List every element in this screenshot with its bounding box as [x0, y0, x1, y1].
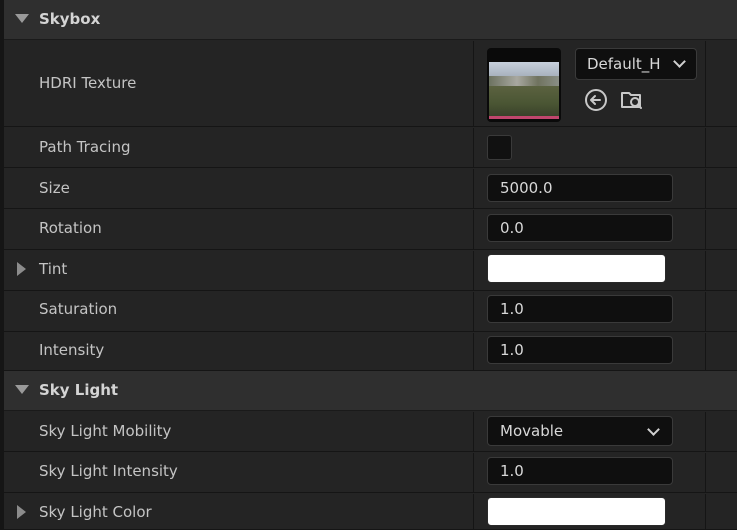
column-divider: [705, 128, 706, 167]
column-divider: [473, 210, 474, 249]
property-label: Path Tracing: [39, 138, 131, 156]
use-selected-arrow-icon[interactable]: [584, 88, 608, 112]
chevron-down-icon: [647, 423, 660, 436]
property-label: HDRI Texture: [39, 74, 137, 92]
section-title: Sky Light: [39, 381, 119, 399]
column-divider[interactable]: [473, 41, 474, 126]
sky-light-color-swatch[interactable]: [487, 497, 666, 526]
size-input[interactable]: 5000.0: [487, 174, 673, 202]
column-divider: [705, 169, 706, 208]
property-label: Sky Light Color: [39, 503, 152, 521]
column-divider: [473, 412, 474, 451]
property-label: Rotation: [39, 219, 102, 237]
column-divider: [705, 210, 706, 249]
column-divider: [473, 169, 474, 208]
property-label: Size: [39, 179, 70, 197]
intensity-input[interactable]: 1.0: [487, 336, 673, 364]
property-label: Saturation: [39, 300, 118, 318]
column-divider: [705, 251, 706, 290]
collapse-arrow-icon[interactable]: [15, 385, 29, 394]
chevron-down-icon: [673, 55, 686, 68]
column-divider: [705, 333, 706, 370]
section-title: Skybox: [39, 10, 101, 28]
asset-picker-dropdown[interactable]: Default_H: [575, 48, 697, 80]
browse-folder-icon[interactable]: [620, 88, 644, 112]
column-divider: [473, 453, 474, 492]
column-divider: [473, 292, 474, 331]
collapse-arrow-icon[interactable]: [15, 14, 29, 23]
column-divider: [473, 494, 474, 529]
sky-light-intensity-input[interactable]: 1.0: [487, 457, 673, 485]
texture-thumbnail[interactable]: [487, 48, 561, 122]
mobility-dropdown[interactable]: Movable: [487, 416, 673, 446]
column-divider: [473, 251, 474, 290]
property-label: Tint: [39, 260, 68, 278]
expand-arrow-icon[interactable]: [17, 505, 26, 519]
row-path-tracing: Path Tracing: [4, 128, 737, 168]
mobility-value: Movable: [500, 422, 564, 440]
column-divider: [705, 453, 706, 492]
column-divider: [705, 494, 706, 529]
property-label: Sky Light Intensity: [39, 462, 178, 480]
saturation-input[interactable]: 1.0: [487, 295, 673, 323]
column-divider: [705, 412, 706, 451]
tint-color-swatch[interactable]: [487, 254, 666, 283]
column-divider: [473, 333, 474, 370]
section-sky-light[interactable]: Sky Light: [4, 371, 737, 411]
property-label: Intensity: [39, 341, 105, 359]
section-skybox[interactable]: Skybox: [4, 0, 737, 40]
property-label: Sky Light Mobility: [39, 422, 172, 440]
asset-name: Default_H: [587, 55, 661, 73]
column-divider: [705, 41, 706, 126]
expand-arrow-icon[interactable]: [17, 262, 26, 276]
rotation-input[interactable]: 0.0: [487, 214, 673, 242]
path-tracing-checkbox[interactable]: [487, 135, 512, 160]
column-divider: [705, 292, 706, 331]
column-divider: [473, 128, 474, 167]
